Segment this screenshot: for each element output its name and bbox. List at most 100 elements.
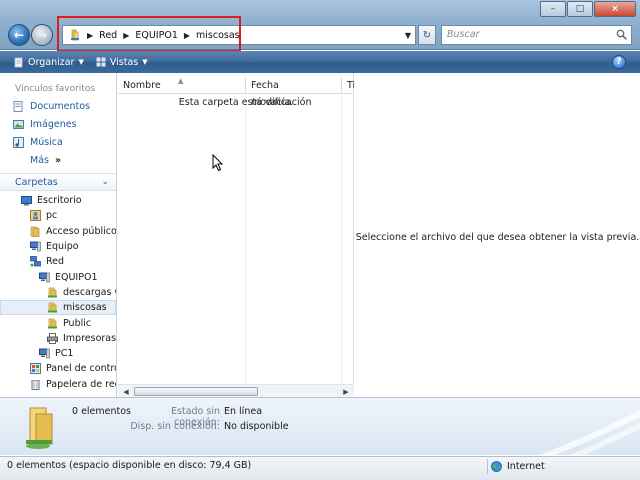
tree-item-equipo1[interactable]: EQUIPO1 [0,269,116,284]
scroll-left-icon[interactable]: ◀ [120,386,132,397]
computer-icon [39,348,50,359]
tree-item-label: pc [46,210,58,222]
favorites-title: Vínculos favoritos [15,84,96,94]
zone-label: Internet [507,461,545,472]
address-history-dropdown-icon[interactable]: ▼ [401,26,415,44]
sort-ascending-icon: ▲ [178,77,184,85]
breadcrumb-red[interactable]: Red [99,30,117,41]
favorite-label: Música [30,136,63,148]
breadcrumb-separator-icon[interactable]: ▶ [184,31,190,40]
double-chevron-right-icon: » [54,154,62,166]
tree-item-impresoras[interactable]: Impresoras [0,331,116,346]
pictures-icon [13,119,24,129]
file-list-pane[interactable]: ▲ Nombre Fecha modificación Ti Esta carp… [118,73,354,397]
views-button[interactable]: Vistas ▼ [90,57,154,68]
tree-item-label: Panel de contro [46,363,116,375]
organize-button[interactable]: Organizar ▼ [8,57,90,68]
folders-header[interactable]: Carpetas ⌄ [0,173,116,191]
status-text: 0 elementos (espacio disponible en disco… [7,460,252,471]
column-headers: ▲ Nombre Fecha modificación Ti [118,77,354,108]
tree-item-public[interactable]: Public [0,315,116,330]
tree-item-red[interactable]: Red [0,254,116,269]
address-bar[interactable]: ▶ Red ▶ EQUIPO1 ▶ miscosas ▼ [62,25,416,45]
music-icon [13,136,24,148]
organize-icon [14,57,23,67]
recycle-bin-icon [31,379,40,390]
desktop-icon [21,196,32,206]
status-bar: 0 elementos (espacio disponible en disco… [0,456,640,480]
tree-item-acceso-publico[interactable]: Acceso público [0,224,116,239]
folder-tree: Escritorio pc Acceso público Equipo Red … [0,193,116,392]
tree-item-label: Papelera de reci [46,378,116,390]
tree-item-label: Equipo [46,241,79,253]
breadcrumb-separator-icon[interactable]: ▶ [87,31,93,40]
column-divider [245,95,246,385]
horizontal-scrollbar[interactable]: ◀ ▶ [118,384,354,397]
favorite-link-imagenes[interactable]: Imágenes [0,115,116,133]
command-toolbar: Organizar ▼ Vistas ▼ ? [0,51,640,73]
forward-button[interactable]: → [31,24,53,46]
computer-icon [30,241,41,252]
scroll-right-icon[interactable]: ▶ [340,386,352,397]
minimize-button[interactable]: – [540,1,566,17]
tree-item-panel-de-control[interactable]: Panel de contro [0,361,116,376]
tree-item-label: Public [63,317,92,329]
window-controls: – □ × [539,1,636,17]
control-panel-icon [30,363,41,375]
search-input[interactable]: Buscar [441,25,632,45]
help-button[interactable]: ? [612,55,626,69]
tree-item-equipo[interactable]: Equipo [0,239,116,254]
breadcrumb-separator-icon[interactable]: ▶ [123,31,129,40]
breadcrumb-miscosas[interactable]: miscosas [196,30,240,41]
views-icon [96,57,106,67]
favorite-link-musica[interactable]: Música [0,133,116,151]
tree-item-label: Impresoras [63,332,116,344]
title-address-bar: – □ × ← → ▶ Red ▶ EQUIPO1 ▶ miscosas ▼ ↻… [0,0,640,50]
refresh-button[interactable]: ↻ [418,25,436,45]
favorite-link-documentos[interactable]: Documentos [0,97,116,115]
breadcrumb-equipo1[interactable]: EQUIPO1 [135,30,178,41]
search-icon[interactable] [616,29,627,40]
empty-folder-message: Esta carpeta está vacía. [178,97,294,108]
tree-item-pc1[interactable]: PC1 [0,346,116,361]
column-header-label: Nombre [123,80,161,91]
column-header-nombre[interactable]: ▲ Nombre [118,77,246,94]
tree-item-descargas[interactable]: descargas w [0,285,116,300]
back-arrow-icon: ← [13,28,25,42]
shared-folder-icon [48,318,57,329]
security-zone: Internet [491,459,545,474]
status-divider [487,459,488,474]
more-favorites-link[interactable]: Más » [0,151,116,169]
column-divider [341,95,342,385]
decorative-swoosh-icon [540,410,640,455]
maximize-button[interactable]: □ [567,1,593,17]
tree-item-label: EQUIPO1 [55,271,98,283]
tree-item-miscosas[interactable]: miscosas [0,300,116,316]
chevron-down-icon: ▼ [78,58,84,66]
organize-label: Organizar [28,56,75,68]
tree-item-escritorio[interactable]: Escritorio [0,193,116,208]
item-count: 0 elementos [72,406,131,417]
preview-pane: Seleccione el archivo del que desea obte… [355,73,640,397]
tree-item-papelera[interactable]: Papelera de reci [0,377,116,392]
column-header-label: Ti [347,80,354,91]
offline-availability-value: No disponible [224,421,289,432]
computer-icon [39,272,50,282]
forward-arrow-icon: → [36,28,48,42]
column-header-fecha[interactable]: Fecha modificación [246,77,342,108]
close-button[interactable]: × [594,1,636,17]
tree-item-pc[interactable]: pc [0,208,116,223]
tree-item-label: Red [46,256,65,268]
scrollbar-thumb[interactable] [134,387,258,396]
user-folder-icon [30,210,41,222]
back-button[interactable]: ← [8,24,30,46]
shared-folder-icon [26,407,53,449]
column-header-tipo[interactable]: Ti [342,77,354,94]
network-icon [30,256,41,267]
offline-status-value: En línea [224,406,263,417]
tree-item-label: PC1 [55,348,74,360]
network-folder-icon [71,29,79,41]
chevron-down-icon: ▼ [142,58,148,66]
chevron-down-icon: ⌄ [101,177,109,187]
folder-icon [30,226,40,237]
